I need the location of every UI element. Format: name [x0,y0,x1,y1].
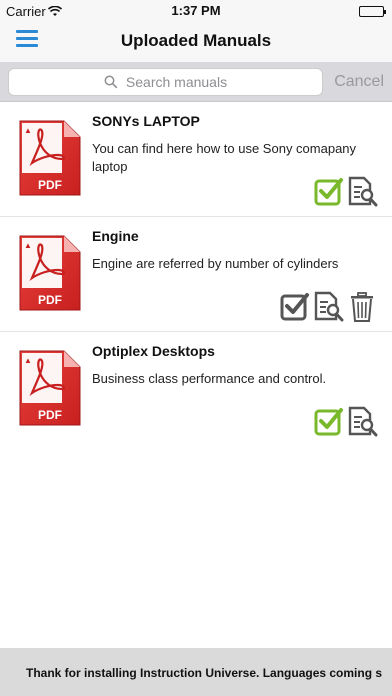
search-input[interactable]: Search manuals [8,68,323,96]
manual-title: Engine [92,228,139,244]
page-title: Uploaded Manuals [120,31,272,50]
view-document-button[interactable] [348,176,378,208]
footer-banner: Thank for installing Instruction Univers… [0,648,392,696]
manual-list: ▲ PDF SONYs LAPTOP You can find here how to… [0,102,392,447]
pdf-label: PDF [38,408,62,422]
search-bar: Search manuals Cancel [0,62,392,102]
manual-description: Engine are referred by number of cylinde… [92,256,339,271]
delete-button[interactable] [348,291,378,323]
trash-icon [348,292,378,327]
check-button[interactable] [314,406,344,438]
pdf-label: PDF [38,178,62,192]
status-time: 1:37 PM [171,3,221,18]
pdf-icon: ▲ PDF [18,349,82,427]
view-document-icon [314,291,344,327]
search-icon [104,75,118,89]
check-button[interactable] [314,176,344,208]
pdf-icon: ▲ PDF [18,234,82,312]
search-placeholder: Search manuals [125,74,228,90]
svg-text:▲: ▲ [24,241,32,250]
check-icon [280,293,310,327]
cancel-button[interactable]: Cancel [334,73,384,91]
view-document-icon [348,176,378,212]
manual-description: You can find here how to use Sony comapa… [92,141,357,174]
manual-title: Optiplex Desktops [92,343,215,359]
view-document-button[interactable] [348,406,378,438]
check-button[interactable] [280,291,310,323]
list-item[interactable]: ▲ PDF Optiplex Desktops Business class perf… [0,332,392,447]
check-icon [314,408,344,442]
pdf-label: PDF [38,293,62,307]
svg-text:▲: ▲ [24,356,32,365]
manual-title: SONYs LAPTOP [92,113,200,129]
list-item[interactable]: ▲ PDF Engine Engine are referred by number … [0,217,392,332]
pdf-icon: ▲ PDF [18,119,82,197]
list-item[interactable]: ▲ PDF SONYs LAPTOP You can find here how to… [0,102,392,217]
view-document-icon [348,406,378,442]
footer-text: Thank for installing Instruction Univers… [26,666,383,680]
manual-description: Business class performance and control. [92,371,327,386]
status-bar: Carrier 1:37 PM [0,0,392,22]
row-actions [314,176,378,208]
check-icon [314,178,344,212]
row-actions [280,291,378,323]
navigation-bar: Uploaded Manuals [0,22,392,62]
view-document-button[interactable] [314,291,344,323]
svg-text:▲: ▲ [24,126,32,135]
battery-icon [359,6,386,17]
row-actions [314,406,378,438]
